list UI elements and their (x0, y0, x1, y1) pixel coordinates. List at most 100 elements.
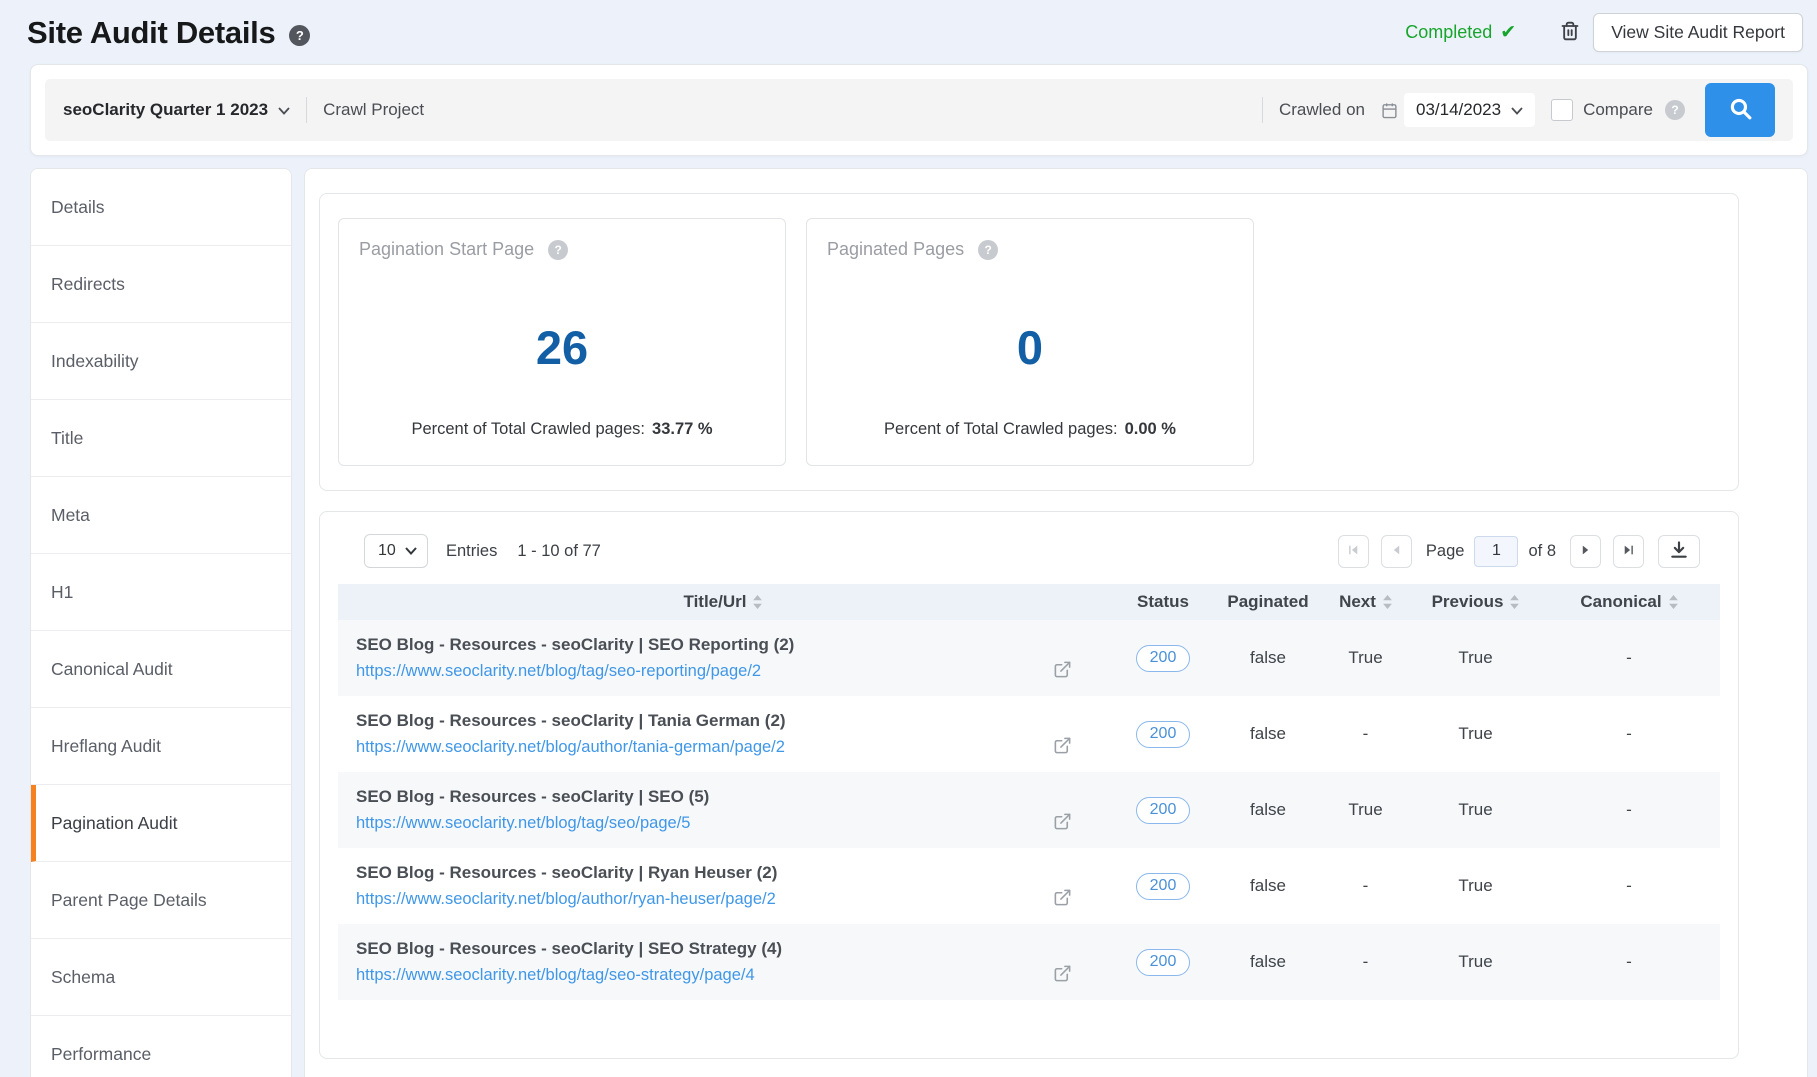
column-header-canonical[interactable]: Canonical (1538, 592, 1720, 612)
canonical-value: - (1538, 800, 1720, 820)
sidebar-item-label: Title (51, 428, 83, 449)
stat-card-title: Pagination Start Page (359, 239, 534, 260)
stat-percent-line: Percent of Total Crawled pages:0.00 % (827, 420, 1233, 439)
table-header-row: Title/Url Status Paginated Next Previous (338, 584, 1720, 620)
sidebar: Details Redirects Indexability Title Met… (30, 168, 292, 1077)
first-page-button[interactable] (1338, 535, 1369, 568)
sidebar-item-label: Details (51, 197, 105, 218)
page-title-text: SEO Blog - Resources - seoClarity | SEO … (356, 939, 1108, 959)
content-row: Details Redirects Indexability Title Met… (30, 168, 1808, 1077)
page-url-link[interactable]: https://www.seoclarity.net/blog/tag/seo-… (356, 662, 761, 681)
external-link-icon[interactable] (1053, 660, 1072, 679)
trash-icon (1560, 20, 1580, 45)
stat-help-icon[interactable]: ? (548, 240, 568, 260)
next-value: - (1318, 724, 1413, 744)
sidebar-item-performance[interactable]: Performance (31, 1016, 291, 1077)
crawl-date-selector[interactable]: 03/14/2023 (1404, 93, 1535, 127)
next-value: - (1318, 952, 1413, 972)
status-badge: 200 (1136, 797, 1191, 824)
sidebar-item-label: Canonical Audit (51, 659, 173, 680)
next-value: - (1318, 876, 1413, 896)
sidebar-item-schema[interactable]: Schema (31, 939, 291, 1016)
project-selector[interactable]: seoClarity Quarter 1 2023 (63, 100, 290, 120)
table-controls: 10 Entries 1 - 10 of 77 Page (338, 534, 1720, 568)
stat-percent-value: 0.00 % (1125, 420, 1176, 438)
delete-audit-button[interactable] (1560, 20, 1580, 45)
external-link-icon[interactable] (1053, 964, 1072, 983)
sidebar-item-hreflang-audit[interactable]: Hreflang Audit (31, 708, 291, 785)
last-page-button[interactable] (1613, 535, 1644, 568)
table-row: SEO Blog - Resources - seoClarity | SEO … (338, 620, 1720, 696)
column-label: Previous (1432, 592, 1504, 612)
compare-help-icon[interactable]: ? (1665, 100, 1685, 120)
external-link-icon[interactable] (1053, 736, 1072, 755)
page-url-link[interactable]: https://www.seoclarity.net/blog/tag/seo/… (356, 814, 690, 833)
paginated-value: false (1218, 648, 1318, 668)
previous-value: True (1413, 648, 1538, 668)
stat-percent-value: 33.77 % (652, 420, 713, 438)
sidebar-item-label: H1 (51, 582, 73, 603)
sidebar-item-label: Redirects (51, 274, 125, 295)
sidebar-item-parent-page-details[interactable]: Parent Page Details (31, 862, 291, 939)
status-badge: 200 (1136, 949, 1191, 976)
page-url-link[interactable]: https://www.seoclarity.net/blog/tag/seo-… (356, 966, 755, 985)
status-badge: 200 (1136, 645, 1191, 672)
sidebar-item-label: Performance (51, 1044, 151, 1065)
external-link-icon[interactable] (1053, 812, 1072, 831)
total-pages-label: of 8 (1528, 542, 1556, 561)
status-badge: 200 (1136, 873, 1191, 900)
next-page-button[interactable] (1570, 535, 1601, 568)
sidebar-item-canonical-audit[interactable]: Canonical Audit (31, 631, 291, 708)
page-url-link[interactable]: https://www.seoclarity.net/blog/author/t… (356, 738, 785, 757)
previous-page-icon (1390, 543, 1403, 560)
pagination-controls: Page of 8 (1338, 535, 1700, 568)
sort-icon (1669, 595, 1678, 609)
sidebar-item-meta[interactable]: Meta (31, 477, 291, 554)
sidebar-item-indexability[interactable]: Indexability (31, 323, 291, 400)
chevron-down-icon (278, 100, 290, 120)
table-row: SEO Blog - Resources - seoClarity | Tani… (338, 696, 1720, 772)
status-cell: 200 (1108, 949, 1218, 976)
table-row: SEO Blog - Resources - seoClarity | Ryan… (338, 848, 1720, 924)
table-row: SEO Blog - Resources - seoClarity | SEO … (338, 772, 1720, 848)
page-label: Page (1426, 542, 1465, 561)
column-label: Status (1137, 592, 1189, 612)
stat-card-header: Pagination Start Page ? (359, 239, 765, 260)
download-button[interactable] (1658, 535, 1700, 568)
page-url-link[interactable]: https://www.seoclarity.net/blog/author/r… (356, 890, 776, 909)
column-header-previous[interactable]: Previous (1413, 592, 1538, 612)
sidebar-item-title[interactable]: Title (31, 400, 291, 477)
view-site-audit-report-button[interactable]: View Site Audit Report (1593, 13, 1803, 52)
column-header-paginated[interactable]: Paginated (1218, 592, 1318, 612)
page-header: Site Audit Details ? Completed ✔ View Si… (0, 0, 1817, 58)
stat-help-icon[interactable]: ? (978, 240, 998, 260)
search-button[interactable] (1705, 83, 1775, 137)
sidebar-item-details[interactable]: Details (31, 169, 291, 246)
sidebar-item-h1[interactable]: H1 (31, 554, 291, 631)
paginated-value: false (1218, 952, 1318, 972)
toolbar-panel: seoClarity Quarter 1 2023 Crawl Project … (30, 64, 1808, 156)
next-page-icon (1579, 543, 1592, 560)
sidebar-item-pagination-audit[interactable]: Pagination Audit (31, 785, 291, 862)
stat-value: 0 (827, 260, 1233, 420)
column-header-next[interactable]: Next (1318, 592, 1413, 612)
entries-range: 1 - 10 of 77 (517, 542, 600, 561)
column-header-title-url[interactable]: Title/Url (338, 592, 1108, 612)
previous-page-button[interactable] (1381, 535, 1412, 568)
column-header-status[interactable]: Status (1108, 592, 1218, 612)
previous-value: True (1413, 800, 1538, 820)
stat-percent-label: Percent of Total Crawled pages: (411, 420, 645, 438)
compare-label: Compare (1583, 100, 1653, 120)
page-number-input[interactable] (1474, 536, 1518, 567)
external-link-icon[interactable] (1053, 888, 1072, 907)
page-size-select[interactable]: 10 (364, 534, 428, 568)
page-title-help-icon[interactable]: ? (289, 25, 310, 46)
compare-checkbox[interactable] (1551, 99, 1573, 121)
divider (306, 97, 307, 123)
crawl-status-label: Completed (1405, 22, 1492, 43)
sidebar-item-redirects[interactable]: Redirects (31, 246, 291, 323)
page-title-text: SEO Blog - Resources - seoClarity | SEO … (356, 787, 1108, 807)
download-icon (1669, 540, 1689, 563)
title-url-cell: SEO Blog - Resources - seoClarity | SEO … (338, 787, 1108, 833)
stat-card-title: Paginated Pages (827, 239, 964, 260)
